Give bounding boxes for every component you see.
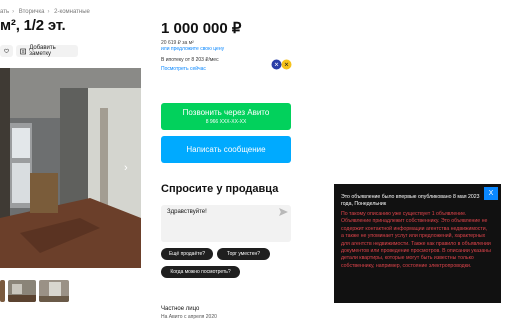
thumbnail-image (0, 280, 5, 302)
phone-number: 8 966 XXX-XX-XX (205, 119, 247, 125)
quick-question-chip[interactable]: Когда можно посмотреть? (161, 266, 240, 278)
heart-icon (4, 48, 9, 54)
breadcrumb-separator: › (12, 9, 15, 15)
call-button-label: Позвонить через Авито (182, 108, 270, 117)
room-photo-image (0, 68, 141, 268)
call-via-avito-button[interactable]: Позвонить через Авито 8 966 XXX-XX-XX (161, 103, 291, 130)
tooltip-title: Это объявление было впервые опубликовано… (341, 194, 480, 207)
quick-question-chip[interactable]: Ещё продаёте? (161, 248, 213, 260)
next-photo-chevron-icon[interactable]: › (124, 163, 128, 174)
tooltip-body: По такому описанию уже существует 1 объя… (341, 211, 491, 269)
send-icon[interactable] (279, 208, 288, 216)
thumbnail[interactable] (0, 280, 5, 302)
breadcrumb-separator: › (47, 9, 50, 15)
quick-question-chip[interactable]: Торг уместен? (217, 248, 270, 260)
svg-text:✕: ✕ (274, 63, 279, 69)
mortgage-link[interactable]: Посмотреть сейчас (161, 66, 206, 72)
write-message-button[interactable]: Написать сообщение (161, 136, 291, 163)
thumbnail-image (8, 280, 36, 302)
bank-logos: ✕ ✕ (271, 57, 293, 70)
mortgage-text: В ипотеку от 8 203 ₽/мес (161, 57, 219, 63)
ask-seller-heading: Спросите у продавца (161, 183, 279, 195)
thumbnail[interactable] (8, 280, 36, 302)
breadcrumb-item[interactable]: 2-комнатные (54, 9, 90, 15)
message-input-value: Здравствуйте! (167, 209, 207, 215)
breadcrumb-item[interactable]: ать (0, 9, 9, 15)
svg-text:✕: ✕ (284, 63, 289, 69)
seller-type: Частное лицо (161, 306, 200, 312)
price-value: 1 000 000 ₽ (161, 20, 242, 37)
close-tooltip-button[interactable]: X (484, 187, 498, 200)
note-icon (20, 48, 26, 54)
thumbnail-image (39, 280, 69, 302)
page-title: м², 1/2 эт. (0, 17, 66, 34)
breadcrumb-item[interactable]: Вторичка (19, 9, 45, 15)
add-note-label: Добавить заметку (29, 45, 56, 57)
photo-thumbnails (0, 280, 69, 302)
breadcrumb: ать › Вторичка › 2-комнатные (0, 9, 93, 15)
offer-price-link[interactable]: или предложите свою цену (161, 46, 224, 52)
add-note-button[interactable]: Добавить заметку (16, 45, 78, 57)
main-photo[interactable] (0, 68, 141, 268)
favorite-button[interactable] (0, 45, 13, 57)
seller-since: На Авито с апреля 2020 (161, 314, 217, 320)
bank-logo-icon: ✕ ✕ (271, 59, 292, 70)
thumbnail[interactable] (39, 280, 69, 302)
